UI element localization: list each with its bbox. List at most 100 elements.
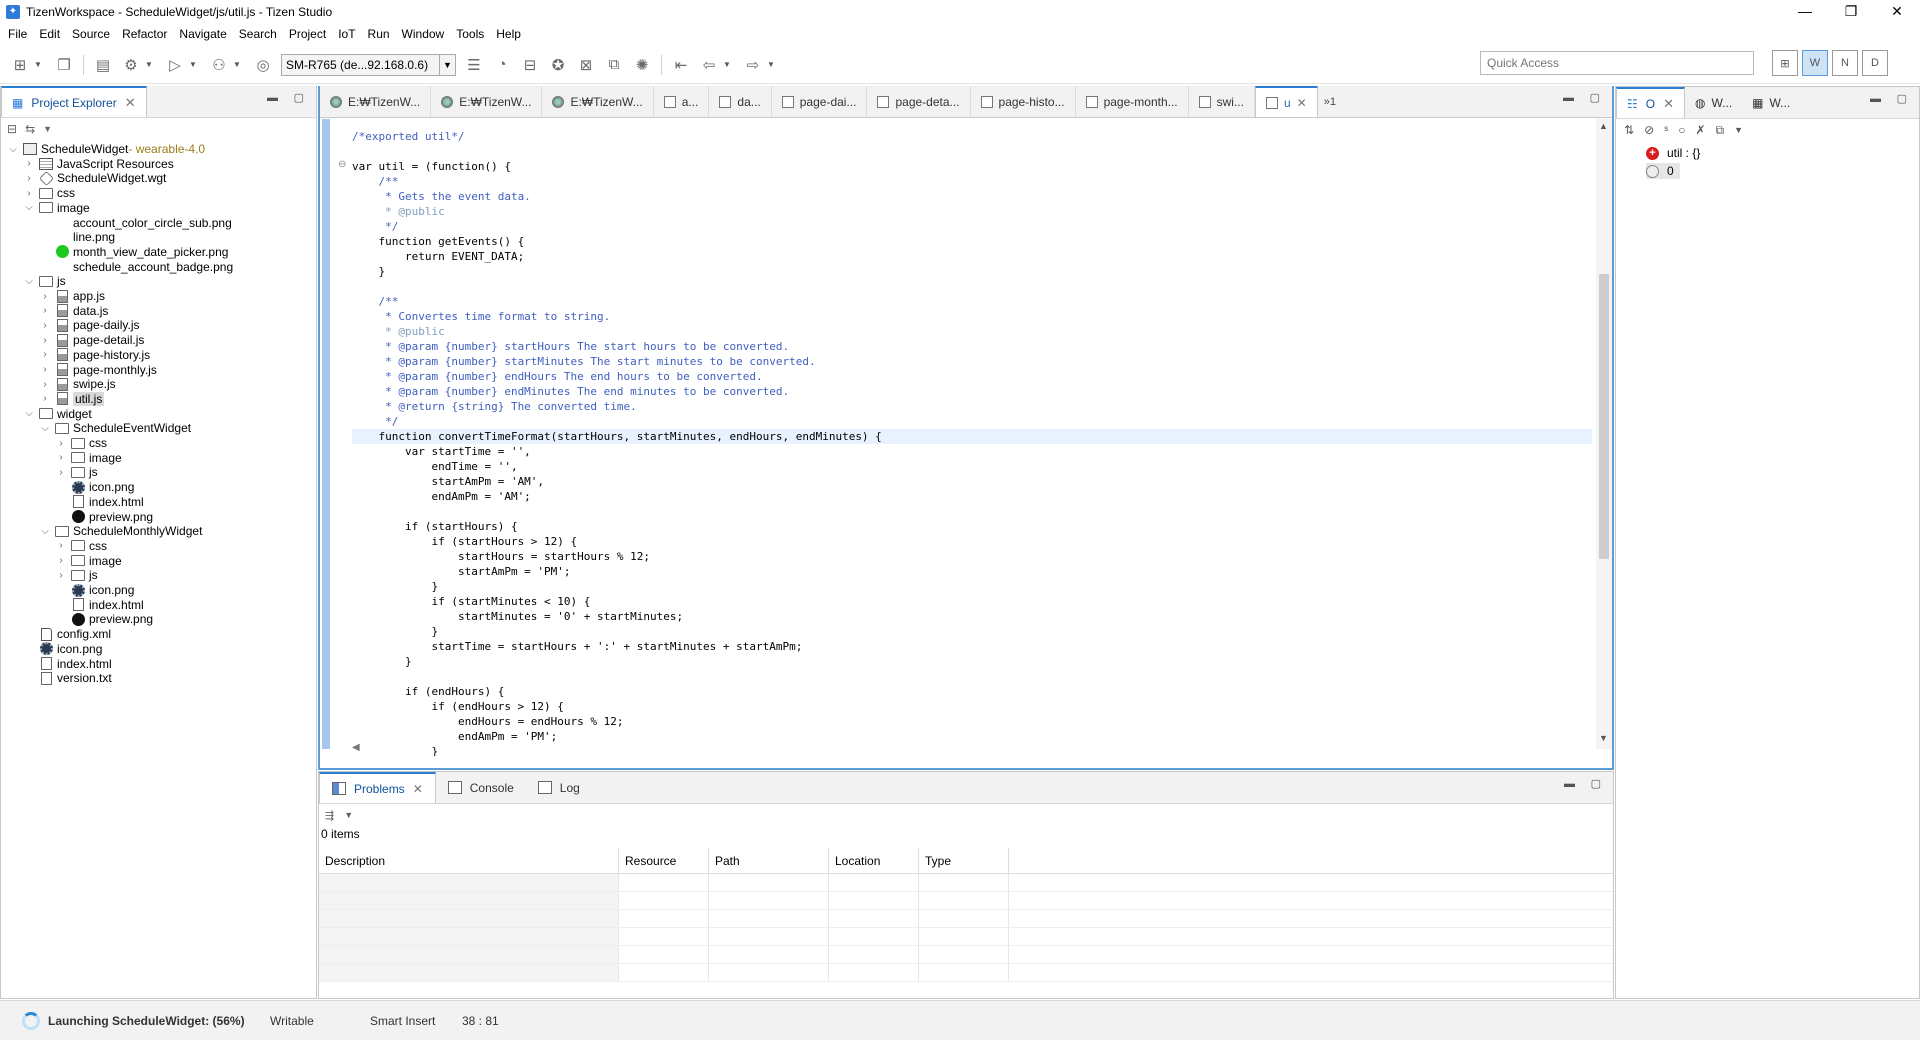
collapsed-chevron-icon[interactable]: › xyxy=(55,438,67,449)
close-button[interactable]: ✕ xyxy=(1874,0,1920,24)
horizontal-scrollbar[interactable]: ◀ xyxy=(350,742,1590,756)
menu-edit[interactable]: Edit xyxy=(35,27,68,41)
code-text[interactable]: /*exported util*/ var util = (function() … xyxy=(352,129,1592,756)
column-header-description[interactable]: Description xyxy=(319,848,619,873)
expanded-chevron-icon[interactable]: ⌵ xyxy=(23,202,35,213)
new-icon[interactable]: ⊞ xyxy=(9,54,31,76)
chevron-down-icon[interactable]: ▼ xyxy=(439,54,455,75)
column-header-location[interactable]: Location xyxy=(829,848,919,873)
save-all-icon[interactable]: ❐ xyxy=(53,54,75,76)
minimize-icon[interactable]: ▬ xyxy=(1564,778,1575,790)
collapse-icon[interactable]: ⧉ xyxy=(1716,123,1725,138)
tab-editor-file[interactable]: a... xyxy=(654,86,710,117)
last-edit-icon[interactable]: ⇤ xyxy=(670,54,692,76)
log-viewer-icon[interactable]: ⊠ xyxy=(575,54,597,76)
maximize-icon[interactable]: ▢ xyxy=(1897,92,1907,105)
perspective-web-icon[interactable]: W xyxy=(1802,50,1828,76)
collapsed-chevron-icon[interactable]: › xyxy=(55,570,67,581)
tab-editor-file[interactable]: da... xyxy=(709,86,772,117)
tab-editor-file[interactable]: page-month... xyxy=(1076,86,1189,117)
menu-search[interactable]: Search xyxy=(235,27,285,41)
collapsed-chevron-icon[interactable]: › xyxy=(55,467,67,478)
collapsed-chevron-icon[interactable]: › xyxy=(23,188,35,199)
tab-log[interactable]: Log xyxy=(526,772,592,803)
scroll-down-icon[interactable]: ▼ xyxy=(1599,733,1608,743)
expanded-chevron-icon[interactable]: ⌵ xyxy=(7,144,19,155)
package-icon[interactable]: ▤ xyxy=(92,54,114,76)
menu-refactor[interactable]: Refactor xyxy=(118,27,175,41)
expanded-chevron-icon[interactable]: ⌵ xyxy=(39,526,51,537)
sort-icon[interactable]: ⇅ xyxy=(1624,123,1634,137)
collapsed-chevron-icon[interactable]: › xyxy=(39,349,51,360)
tab-web-preview[interactable]: ◍ W... xyxy=(1685,87,1742,118)
collapsed-chevron-icon[interactable]: › xyxy=(55,452,67,463)
collapse-all-icon[interactable]: ⊟ xyxy=(7,122,17,136)
collapsed-chevron-icon[interactable]: › xyxy=(55,540,67,551)
tab-widget[interactable]: ▦ W... xyxy=(1742,87,1800,118)
fold-toggle-icon[interactable]: ⊖ xyxy=(338,159,346,170)
column-header-path[interactable]: Path xyxy=(709,848,829,873)
close-icon[interactable]: ✕ xyxy=(1297,96,1307,110)
collapsed-chevron-icon[interactable]: › xyxy=(55,555,67,566)
close-icon[interactable]: ✕ xyxy=(413,782,423,796)
tab-editor-file[interactable]: u ✕ xyxy=(1254,86,1318,117)
run-dropdown-icon[interactable]: ▼ xyxy=(189,60,199,69)
collapsed-chevron-icon[interactable]: › xyxy=(39,364,51,375)
menu-navigate[interactable]: Navigate xyxy=(175,27,234,41)
scroll-up-icon[interactable]: ▲ xyxy=(1599,121,1608,131)
build-icon[interactable]: ⚙ xyxy=(120,54,142,76)
back-dropdown-icon[interactable]: ▼ xyxy=(723,60,733,69)
expanded-chevron-icon[interactable]: ⌵ xyxy=(23,276,35,287)
forward-icon[interactable]: ⇨ xyxy=(742,54,764,76)
outline-item[interactable]: + util : {} xyxy=(1646,145,1700,161)
expanded-chevron-icon[interactable]: ⌵ xyxy=(23,408,35,419)
perspective-native-icon[interactable]: N xyxy=(1832,50,1858,76)
tab-project-explorer[interactable]: ▦ Project Explorer ✕ xyxy=(1,86,147,117)
device-manager-icon[interactable]: ☰ xyxy=(463,54,485,76)
debug-dropdown-icon[interactable]: ▼ xyxy=(233,60,243,69)
restore-button[interactable]: ❐ xyxy=(1828,0,1874,24)
perspective-debug-icon[interactable]: D xyxy=(1862,50,1888,76)
view-menu-icon[interactable]: ▼ xyxy=(1734,125,1743,135)
hide-local-icon[interactable]: ✗ xyxy=(1695,123,1705,137)
forward-dropdown-icon[interactable]: ▼ xyxy=(767,60,777,69)
collapsed-chevron-icon[interactable]: › xyxy=(39,335,51,346)
debug-icon[interactable]: ⚇ xyxy=(208,54,230,76)
emulator-icon[interactable]: ◔ xyxy=(491,54,513,76)
minimize-icon[interactable]: ▬ xyxy=(267,92,278,104)
minimize-button[interactable]: — xyxy=(1782,0,1828,24)
launch-progress[interactable]: Launching ScheduleWidget: (56%) xyxy=(48,1014,270,1028)
view-menu-icon[interactable]: ▼ xyxy=(43,124,52,134)
run-icon[interactable]: ▷ xyxy=(164,54,186,76)
menu-run[interactable]: Run xyxy=(364,27,398,41)
expanded-chevron-icon[interactable]: ⌵ xyxy=(39,423,51,434)
minimize-icon[interactable]: ▬ xyxy=(1870,93,1881,105)
collapsed-chevron-icon[interactable]: › xyxy=(39,320,51,331)
package-manager-icon[interactable]: ⊟ xyxy=(519,54,541,76)
collapsed-chevron-icon[interactable]: › xyxy=(39,393,51,404)
link-editor-icon[interactable]: ⇆ xyxy=(25,122,35,136)
collapsed-chevron-icon[interactable]: › xyxy=(23,173,35,184)
tab-editor-file[interactable]: E:₩TizenW... xyxy=(320,86,432,117)
scroll-left-icon[interactable]: ◀ xyxy=(352,742,360,753)
menu-help[interactable]: Help xyxy=(492,27,529,41)
vertical-scrollbar[interactable]: ▲ ▼ xyxy=(1596,119,1612,749)
hide-fields-icon[interactable]: ⊘ xyxy=(1644,123,1654,137)
menu-file[interactable]: File xyxy=(4,27,35,41)
hide-static-icon[interactable]: ˢ xyxy=(1664,123,1668,137)
tab-overflow-indicator[interactable]: »1 xyxy=(1318,86,1342,117)
menu-window[interactable]: Window xyxy=(398,27,453,41)
close-icon[interactable]: ✕ xyxy=(1663,96,1674,112)
collapsed-chevron-icon[interactable]: › xyxy=(39,379,51,390)
hide-nonpublic-icon[interactable]: ○ xyxy=(1678,123,1685,137)
code-editor[interactable]: ⊖ /*exported util*/ var util = (function(… xyxy=(320,119,1612,756)
tab-editor-file[interactable]: page-dai... xyxy=(772,86,868,117)
close-icon[interactable]: ✕ xyxy=(125,95,136,111)
column-header-type[interactable]: Type xyxy=(919,848,1009,873)
filter-icon[interactable]: ⇶ xyxy=(325,809,334,822)
maximize-icon[interactable]: ▢ xyxy=(1591,777,1601,790)
outline-item[interactable]: 0 xyxy=(1646,163,1680,179)
scrollbar-thumb[interactable] xyxy=(1599,274,1609,559)
certificate-icon[interactable]: ✪ xyxy=(547,54,569,76)
tab-editor-file[interactable]: E:₩TizenW... xyxy=(542,86,654,117)
